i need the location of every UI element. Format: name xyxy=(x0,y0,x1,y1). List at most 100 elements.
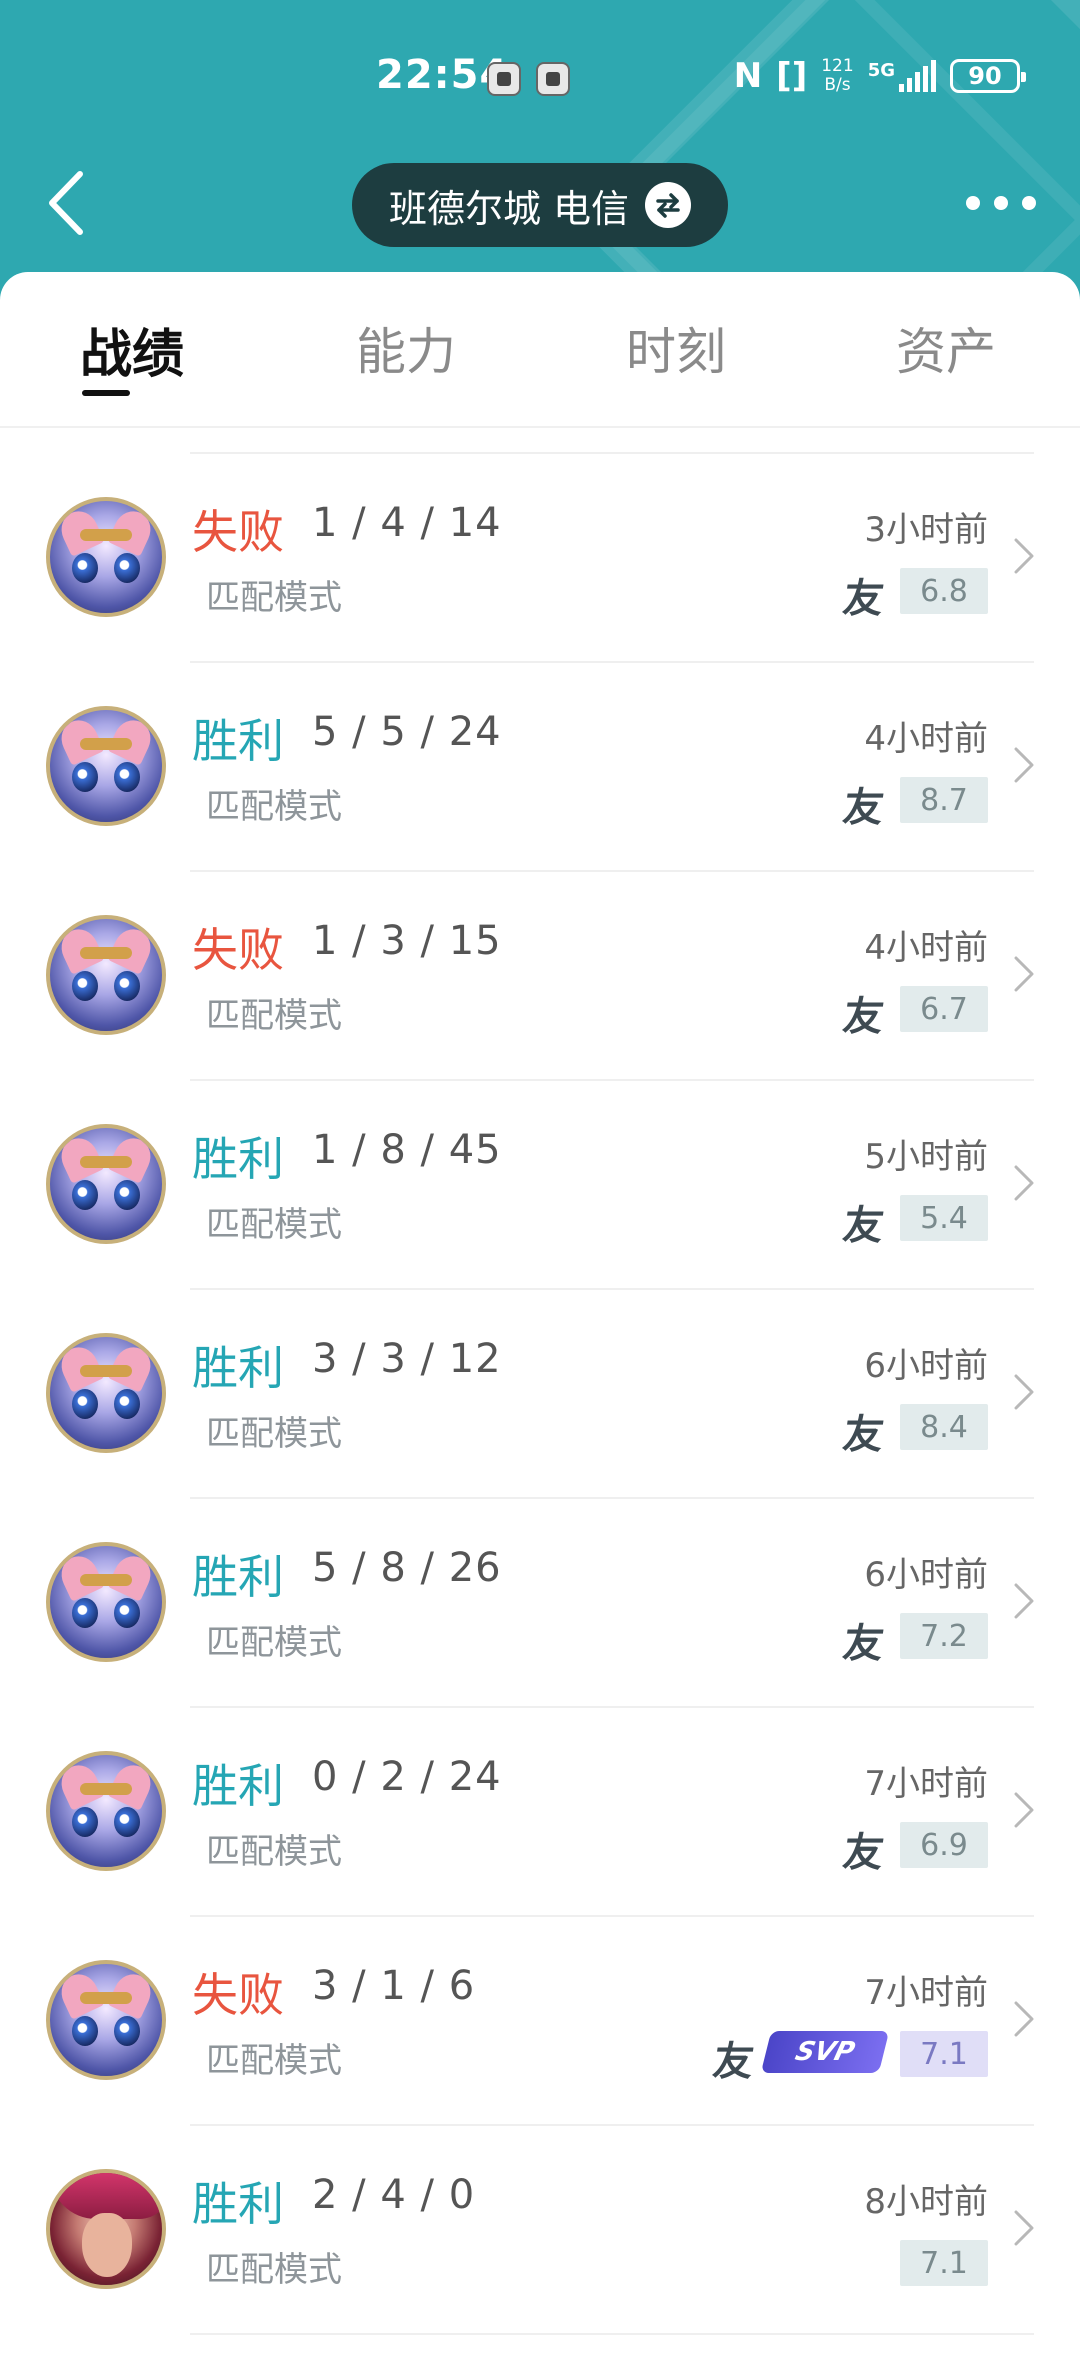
match-kda: 5 / 8 / 26 xyxy=(312,1545,502,1591)
match-score: 7.1 xyxy=(900,2240,988,2286)
status-icons: N [] 121 B/s 5G 90 xyxy=(733,56,1026,96)
match-result: 失败 xyxy=(192,505,284,559)
divider xyxy=(190,2124,1034,2126)
champion-avatar xyxy=(46,1960,166,2080)
notification-app-icon xyxy=(487,62,521,96)
match-result: 胜利 xyxy=(192,714,284,768)
match-time: 8小时前 xyxy=(864,2182,988,2222)
friend-icon: 友 xyxy=(840,785,887,831)
net-speed-value: 121 xyxy=(821,56,854,76)
match-mode: 匹配模式 xyxy=(206,1205,342,1245)
divider xyxy=(190,2333,1034,2335)
champion-avatar xyxy=(46,706,166,826)
divider xyxy=(190,1915,1034,1917)
chevron-right-icon xyxy=(1014,2210,1034,2246)
match-result: 胜利 xyxy=(192,1759,284,1813)
champion-avatar xyxy=(46,1751,166,1871)
match-score: 6.9 xyxy=(900,1822,988,1868)
match-row[interactable]: 胜利 3 / 3 / 12 匹配模式 6小时前 友 8.4 xyxy=(0,1288,1080,1497)
status-bar: 22:54 N [] 121 B/s 5G 90 xyxy=(0,40,1080,120)
match-score: 6.8 xyxy=(900,568,988,614)
server-switch-button[interactable]: 班德尔城 电信 xyxy=(352,163,728,247)
friend-icon: 友 xyxy=(840,1830,887,1876)
match-mode: 匹配模式 xyxy=(206,787,342,827)
match-result: 胜利 xyxy=(192,1132,284,1186)
match-row[interactable]: 胜利 2 / 4 / 0 匹配模式 8小时前 7.1 xyxy=(0,2124,1080,2333)
tab-record[interactable]: 战绩 xyxy=(80,312,184,387)
match-row[interactable]: 胜利 0 / 2 / 24 匹配模式 7小时前 友 6.9 xyxy=(0,1706,1080,1915)
divider xyxy=(190,870,1034,872)
friend-icon: 友 xyxy=(840,1203,887,1249)
match-list: 失败 1 / 4 / 14 匹配模式 3小时前 友 6.8 胜利 5 / 5 /… xyxy=(0,452,1080,2353)
divider xyxy=(190,452,1034,454)
nfc-icon: N xyxy=(733,56,763,96)
friend-icon: 友 xyxy=(840,1621,887,1667)
divider xyxy=(190,1497,1034,1499)
match-score: 8.7 xyxy=(900,777,988,823)
battery-icon: 90 xyxy=(950,59,1026,93)
divider xyxy=(190,1079,1034,1081)
chevron-right-icon xyxy=(1014,956,1034,992)
match-kda: 3 / 1 / 6 xyxy=(312,1963,476,2009)
chevron-right-icon xyxy=(1014,1165,1034,1201)
match-time: 7小时前 xyxy=(864,1764,988,1804)
match-row[interactable]: 胜利 1 / 8 / 45 匹配模式 5小时前 友 5.4 xyxy=(0,1079,1080,1288)
match-row[interactable]: 失败 1 / 3 / 15 匹配模式 4小时前 友 6.7 xyxy=(0,870,1080,1079)
match-score: 5.4 xyxy=(900,1195,988,1241)
chevron-right-icon xyxy=(1014,1374,1034,1410)
match-time: 4小时前 xyxy=(864,928,988,968)
match-mode: 匹配模式 xyxy=(206,578,342,618)
chevron-right-icon xyxy=(1014,1583,1034,1619)
match-mode: 匹配模式 xyxy=(206,1623,342,1663)
match-mode: 匹配模式 xyxy=(206,996,342,1036)
back-button[interactable] xyxy=(44,168,94,238)
swap-icon xyxy=(645,182,692,228)
match-kda: 1 / 3 / 15 xyxy=(312,918,502,964)
champion-avatar xyxy=(46,497,166,617)
vibrate-icon: [] xyxy=(776,56,808,96)
back-icon xyxy=(49,171,83,235)
divider xyxy=(190,1706,1034,1708)
champion-avatar xyxy=(46,1542,166,1662)
champion-avatar xyxy=(46,2169,166,2289)
match-score: 7.2 xyxy=(900,1613,988,1659)
match-mode: 匹配模式 xyxy=(206,2041,342,2081)
match-kda: 3 / 3 / 12 xyxy=(312,1336,502,1382)
net-speed: 121 B/s xyxy=(821,57,853,95)
friend-icon: 友 xyxy=(840,1412,887,1458)
champion-avatar xyxy=(46,1124,166,1244)
champion-avatar xyxy=(46,1333,166,1453)
match-row[interactable]: 失败 1 / 4 / 14 匹配模式 3小时前 友 6.8 xyxy=(0,452,1080,661)
match-mode: 匹配模式 xyxy=(206,2250,342,2290)
friend-icon: 友 xyxy=(710,2039,757,2085)
list-end xyxy=(0,2333,1080,2353)
match-score: 6.7 xyxy=(900,986,988,1032)
match-kda: 1 / 8 / 45 xyxy=(312,1127,502,1173)
signal-icon: 5G xyxy=(868,60,936,92)
chevron-right-icon xyxy=(1014,2001,1034,2037)
tab-active-indicator xyxy=(82,390,130,396)
match-kda: 5 / 5 / 24 xyxy=(312,709,502,755)
match-mode: 匹配模式 xyxy=(206,1414,342,1454)
match-kda: 2 / 4 / 0 xyxy=(312,2172,476,2218)
net-speed-unit: B/s xyxy=(824,75,851,95)
tab-moments[interactable]: 时刻 xyxy=(626,312,726,384)
match-result: 胜利 xyxy=(192,1550,284,1604)
match-row[interactable]: 胜利 5 / 5 / 24 匹配模式 4小时前 友 8.7 xyxy=(0,661,1080,870)
tab-assets[interactable]: 资产 xyxy=(896,312,996,384)
match-result: 胜利 xyxy=(192,1341,284,1395)
match-row[interactable]: 胜利 5 / 8 / 26 匹配模式 6小时前 友 7.2 xyxy=(0,1497,1080,1706)
match-time: 4小时前 xyxy=(864,719,988,759)
match-kda: 1 / 4 / 14 xyxy=(312,500,502,546)
match-score: 8.4 xyxy=(900,1404,988,1450)
match-result: 失败 xyxy=(192,1968,284,2022)
divider xyxy=(190,1288,1034,1290)
match-kda: 0 / 2 / 24 xyxy=(312,1754,502,1800)
chevron-right-icon xyxy=(1014,747,1034,783)
more-icon[interactable] xyxy=(966,196,1036,210)
match-row[interactable]: 失败 3 / 1 / 6 匹配模式 7小时前 友 SVP 7.1 xyxy=(0,1915,1080,2124)
match-result: 胜利 xyxy=(192,2177,284,2231)
tab-ability[interactable]: 能力 xyxy=(356,312,456,384)
divider xyxy=(190,661,1034,663)
match-time: 6小时前 xyxy=(864,1346,988,1386)
